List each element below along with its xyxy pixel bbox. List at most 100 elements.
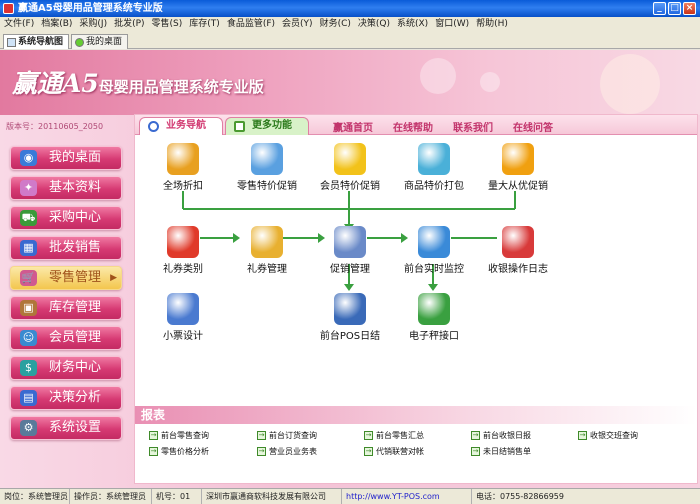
- feature-pos-daily-close[interactable]: 前台POS日结: [307, 293, 393, 342]
- report-link[interactable]: → 未日结销售单: [471, 446, 531, 457]
- menu-file[interactable]: 文件(F): [4, 17, 34, 32]
- settings-icon: ⚙: [20, 420, 37, 436]
- sidebar-item-label: 决策分析: [49, 390, 102, 405]
- feature-retail-special-promo[interactable]: 零售特价促销: [224, 143, 310, 192]
- feature-member-special-promo[interactable]: 会员特价促销: [307, 143, 393, 192]
- sidebar-item-label: 库存管理: [49, 300, 102, 315]
- sidebar-item-my-desktop[interactable]: ◉ 我的桌面: [10, 146, 122, 170]
- sidebar-item-member-management[interactable]: ☺ 会员管理: [10, 326, 122, 350]
- feature-label: 礼券类别: [163, 264, 203, 275]
- menu-system[interactable]: 系统(X): [397, 17, 428, 32]
- menu-finance[interactable]: 财务(C): [320, 17, 351, 32]
- sale-badge-icon: [502, 143, 534, 175]
- report-label: 代销联营对帐: [376, 447, 424, 456]
- profile-icon: ✦: [20, 180, 37, 196]
- tab-business-navigation[interactable]: 业务导航: [139, 117, 223, 135]
- menu-window[interactable]: 窗口(W): [435, 17, 469, 32]
- report-link[interactable]: → 零售价格分析: [149, 446, 209, 457]
- report-arrow-icon: →: [149, 431, 158, 440]
- tab-my-desktop[interactable]: 我的桌面: [71, 34, 129, 49]
- menu-purchase[interactable]: 采购(J): [79, 17, 107, 32]
- report-link[interactable]: → 前台收银日报: [471, 430, 531, 441]
- sidebar-item-finance-center[interactable]: $ 财务中心: [10, 356, 122, 380]
- link-online-help[interactable]: 在线帮助: [393, 119, 433, 134]
- feature-voucher-category[interactable]: 礼券类别: [140, 226, 226, 275]
- menu-food-supervision[interactable]: 食品监管(F): [227, 17, 275, 32]
- menu-decision[interactable]: 决策(Q): [358, 17, 390, 32]
- link-contact-us[interactable]: 联系我们: [453, 119, 493, 134]
- basket-icon: [418, 143, 450, 175]
- status-machine: 机号：01: [152, 489, 202, 504]
- warehouse-icon: ▣: [20, 300, 37, 316]
- report-link[interactable]: → 代销联营对帐: [364, 446, 424, 457]
- feature-label: 全场折扣: [163, 181, 203, 192]
- menu-help[interactable]: 帮助(H): [476, 17, 508, 32]
- feature-label: 前台实时监控: [404, 264, 464, 275]
- tab-system-navigation[interactable]: 系统导航图: [3, 34, 70, 49]
- report-label: 未日结销售单: [483, 447, 531, 456]
- document-tabs: 系统导航图 我的桌面: [0, 32, 700, 49]
- voucher-icon: [251, 226, 283, 258]
- sidebar-item-retail-management[interactable]: 🛒 零售管理 ▶: [10, 266, 122, 290]
- feature-label: 电子秤接口: [409, 331, 459, 342]
- feature-label: 促销管理: [330, 264, 370, 275]
- feature-label: 商品特价打包: [404, 181, 464, 192]
- active-arrow-icon: ▶: [110, 273, 117, 283]
- report-link[interactable]: → 收银交班查询: [578, 430, 638, 441]
- close-button[interactable]: ×: [683, 2, 696, 15]
- menu-member[interactable]: 会员(Y): [282, 17, 313, 32]
- feature-volume-discount[interactable]: 量大从优促销: [475, 143, 561, 192]
- report-link[interactable]: → 前台零售汇总: [364, 430, 424, 441]
- report-link[interactable]: → 前台订货查询: [257, 430, 317, 441]
- sidebar-item-label: 基本资料: [49, 180, 102, 195]
- sidebar-item-label: 批发销售: [49, 240, 102, 255]
- clock-icon: [418, 226, 450, 258]
- navigation-map-icon: [7, 37, 16, 47]
- report-label: 零售价格分析: [161, 447, 209, 456]
- report-label: 前台订货查询: [269, 431, 317, 440]
- sidebar-item-label: 系统设置: [49, 420, 102, 435]
- module-sidebar: ◉ 我的桌面 ✦ 基本资料 ⛟ 采购中心 ▦ 批发销售 🛒 零售管理 ▶ ▣ 库存管理 ☺ 会员管理 $ 财务中…: [10, 146, 122, 446]
- feature-product-bundle[interactable]: 商品特价打包: [391, 143, 477, 192]
- sidebar-item-label: 我的桌面: [49, 150, 102, 165]
- feature-label: 零售特价促销: [237, 181, 297, 192]
- report-arrow-icon: →: [257, 431, 266, 440]
- sidebar-item-decision-analysis[interactable]: ▤ 决策分析: [10, 386, 122, 410]
- title-bar: 赢通A5母婴用品管理系统专业版 _ □ ×: [0, 0, 700, 17]
- link-home[interactable]: 赢通首页: [333, 119, 373, 134]
- feature-full-discount[interactable]: 全场折扣: [140, 143, 226, 192]
- sidebar-item-system-settings[interactable]: ⚙ 系统设置: [10, 416, 122, 440]
- coins-icon: [167, 143, 199, 175]
- sidebar-item-basic-info[interactable]: ✦ 基本资料: [10, 176, 122, 200]
- sidebar-item-inventory-management[interactable]: ▣ 库存管理: [10, 296, 122, 320]
- menu-archive[interactable]: 档案(B): [41, 17, 72, 32]
- feature-voucher-management[interactable]: 礼券管理: [224, 226, 310, 275]
- maximize-button[interactable]: □: [668, 2, 681, 15]
- status-company: 深圳市赢通商软科技发展有限公司: [202, 489, 342, 504]
- status-post: 岗位：系统管理员: [0, 489, 70, 504]
- report-arrow-icon: →: [471, 431, 480, 440]
- minimize-button[interactable]: _: [653, 2, 666, 15]
- app-icon: [3, 3, 14, 14]
- status-bar: 岗位：系统管理员 操作员：系统管理员 机号：01 深圳市赢通商软科技发展有限公司…: [0, 488, 700, 504]
- feature-front-monitor[interactable]: 前台实时监控: [391, 226, 477, 275]
- menu-retail[interactable]: 零售(S): [152, 17, 183, 32]
- desktop-icon: ◉: [20, 150, 37, 166]
- feature-receipt-design[interactable]: 小票设计: [140, 293, 226, 342]
- feature-scale-interface[interactable]: 电子秤接口: [391, 293, 477, 342]
- feature-cashier-log[interactable]: 收银操作日志: [475, 226, 561, 275]
- tab-more-functions[interactable]: 更多功能: [225, 117, 309, 135]
- menu-inventory[interactable]: 库存(T): [189, 17, 220, 32]
- banner: 赢通A5母婴用品管理系统专业版: [0, 50, 700, 115]
- feature-label: 会员特价促销: [320, 181, 380, 192]
- sidebar-item-wholesale-sales[interactable]: ▦ 批发销售: [10, 236, 122, 260]
- menu-wholesale[interactable]: 批发(P): [114, 17, 144, 32]
- sidebar-item-purchase-center[interactable]: ⛟ 采购中心: [10, 206, 122, 230]
- report-label: 前台零售查询: [161, 431, 209, 440]
- feature-promotion-management[interactable]: 促销管理: [307, 226, 393, 275]
- link-online-qa[interactable]: 在线问答: [513, 119, 553, 134]
- status-website[interactable]: http://www.YT-POS.com: [342, 489, 472, 504]
- report-link[interactable]: → 营业员业务表: [257, 446, 317, 457]
- feature-label: 收银操作日志: [488, 264, 548, 275]
- report-link[interactable]: → 前台零售查询: [149, 430, 209, 441]
